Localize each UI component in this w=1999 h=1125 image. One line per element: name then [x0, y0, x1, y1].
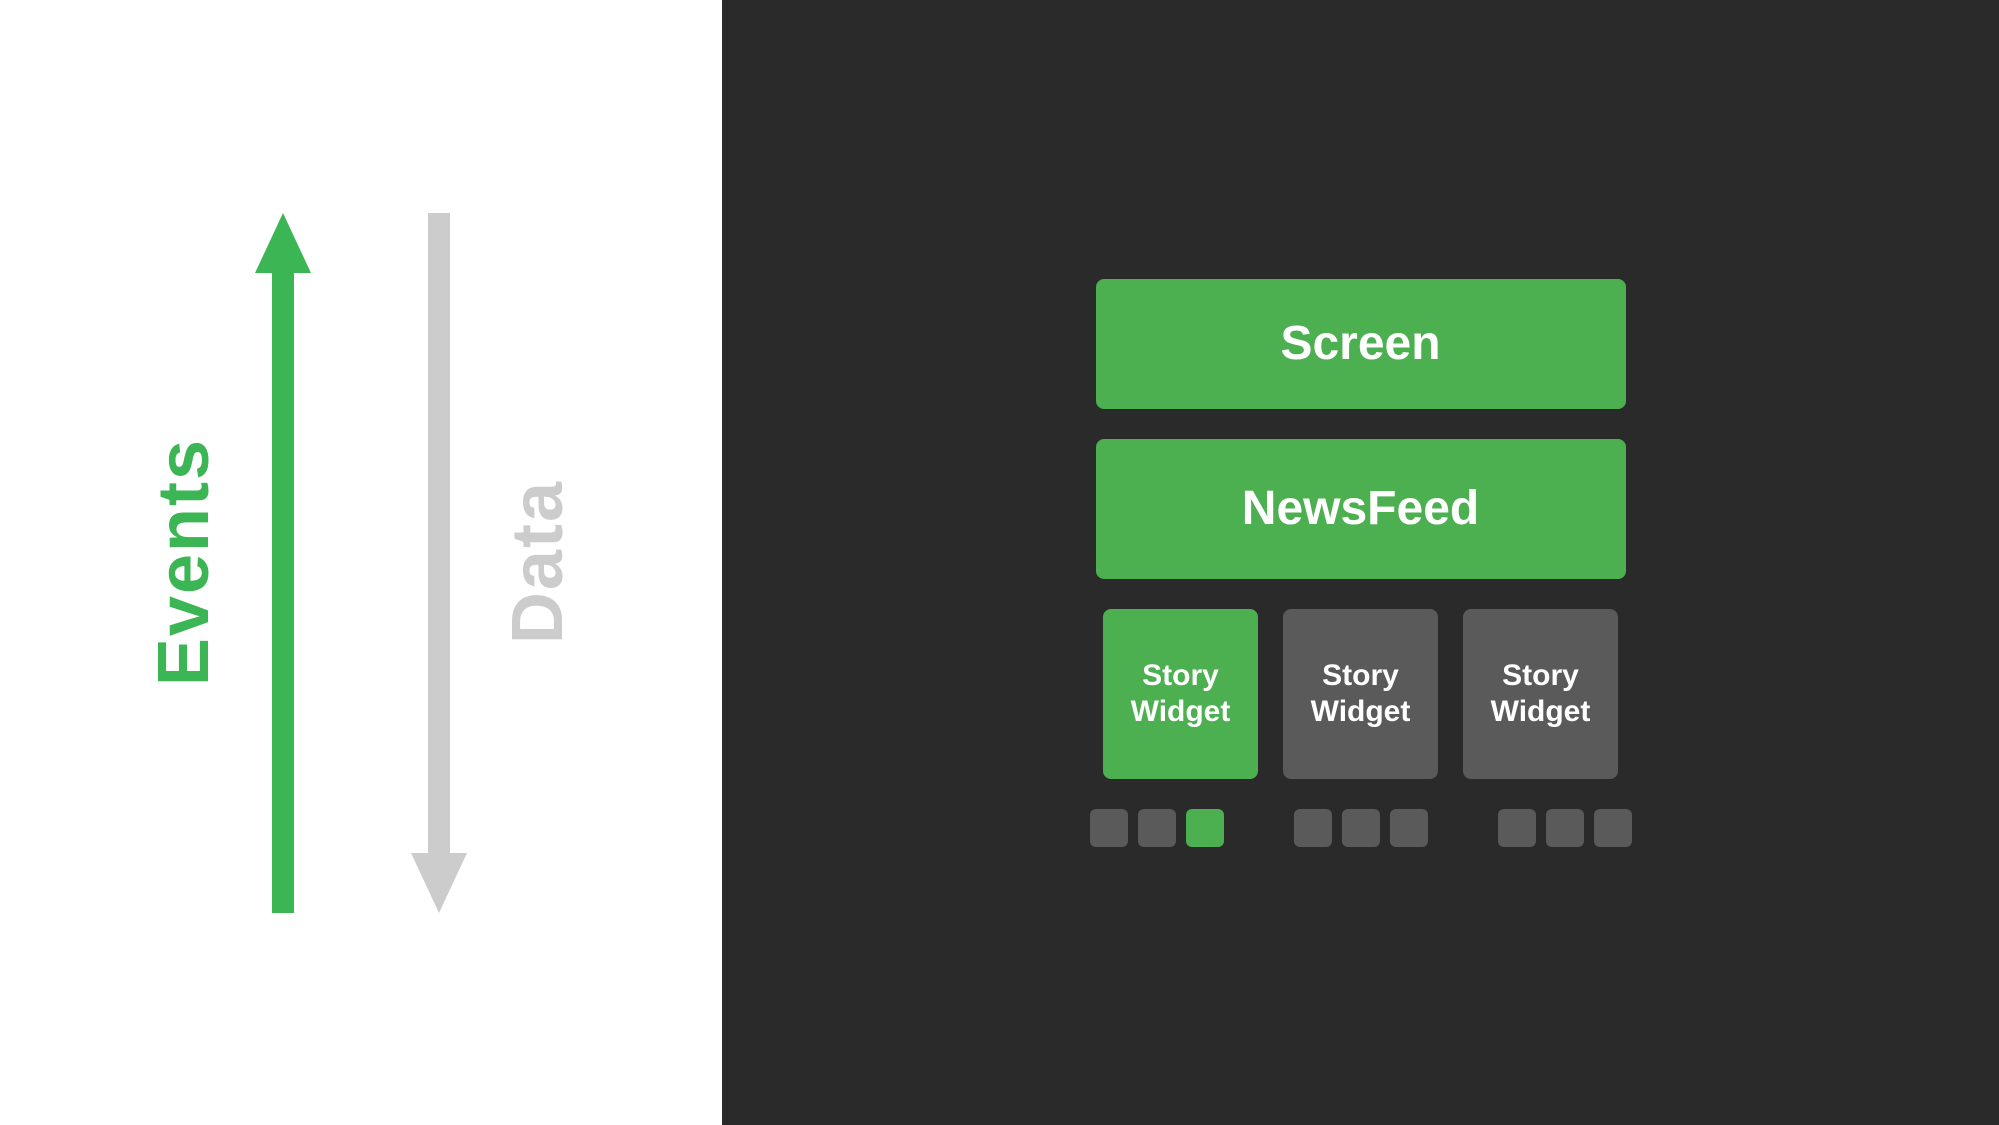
green-arrow-shaft — [272, 273, 294, 913]
dot-2-1 — [1294, 809, 1332, 847]
dot-3-1 — [1498, 809, 1536, 847]
dot-3-2 — [1546, 809, 1584, 847]
newsfeed-box: NewsFeed — [1096, 439, 1626, 579]
newsfeed-row: NewsFeed — [802, 439, 1919, 579]
events-arrow — [255, 213, 311, 913]
dot-2-2 — [1342, 809, 1380, 847]
dot-2-3 — [1390, 809, 1428, 847]
story-widget-label-1: StoryWidget — [1131, 658, 1231, 730]
screen-label: Screen — [1280, 316, 1440, 371]
story-widget-label-3: StoryWidget — [1491, 658, 1591, 730]
green-arrow-head — [255, 213, 311, 273]
dot-1-1 — [1090, 809, 1128, 847]
dots-section — [1090, 809, 1632, 847]
events-label: Events — [143, 438, 225, 686]
dot-3-3 — [1594, 809, 1632, 847]
story-widget-label-2: StoryWidget — [1311, 658, 1411, 730]
newsfeed-label: NewsFeed — [1242, 481, 1479, 536]
dot-1-3 — [1186, 809, 1224, 847]
right-panel: Screen NewsFeed StoryWidget StoryWidget … — [722, 0, 1999, 1125]
dot-1-2 — [1138, 809, 1176, 847]
data-label: Data — [497, 480, 579, 644]
arrows-container: Events Data — [143, 213, 579, 913]
screen-row: Screen — [802, 279, 1919, 409]
data-group: Data — [411, 213, 579, 913]
dots-group-2 — [1294, 809, 1428, 847]
screen-box: Screen — [1096, 279, 1626, 409]
dots-group-3 — [1498, 809, 1632, 847]
left-panel: Events Data — [0, 0, 722, 1125]
data-arrow — [411, 213, 467, 913]
story-widget-1: StoryWidget — [1103, 609, 1258, 779]
gray-arrow-head — [411, 853, 467, 913]
story-widget-3: StoryWidget — [1463, 609, 1618, 779]
events-group: Events — [143, 213, 311, 913]
story-widget-2: StoryWidget — [1283, 609, 1438, 779]
story-widgets-row: StoryWidget StoryWidget StoryWidget — [1103, 609, 1618, 779]
dots-group-1 — [1090, 809, 1224, 847]
gray-arrow-shaft — [428, 213, 450, 853]
